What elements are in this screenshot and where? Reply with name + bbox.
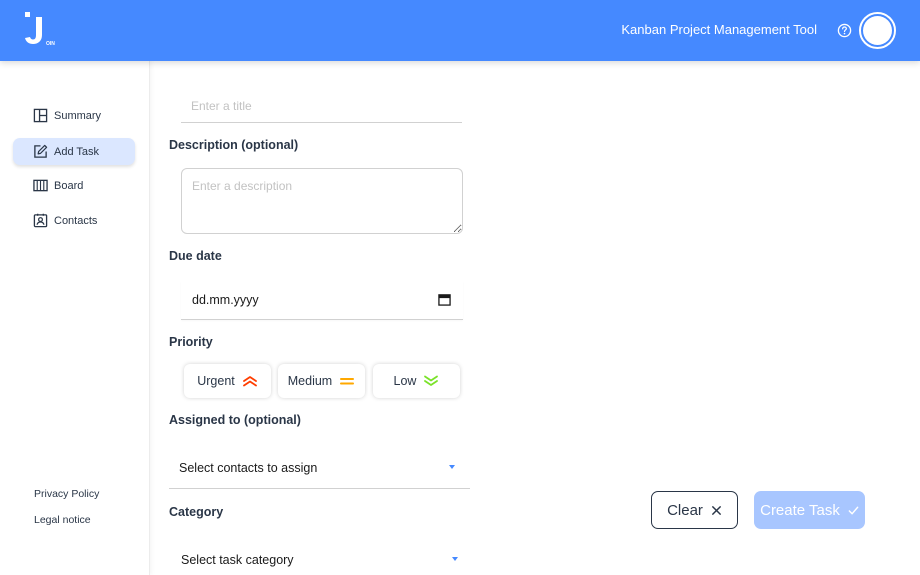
due-date-label: Due date xyxy=(169,249,222,263)
privacy-policy-link[interactable]: Privacy Policy xyxy=(34,488,99,500)
sidebar-item-add-task[interactable]: Add Task xyxy=(13,138,135,165)
title-input[interactable] xyxy=(181,89,462,123)
priority-medium-label: Medium xyxy=(287,374,333,388)
sidebar-item-board[interactable]: Board xyxy=(13,172,135,199)
priority-medium-button[interactable]: Medium xyxy=(278,364,365,398)
double-chevron-down-icon xyxy=(424,375,439,386)
due-date-input[interactable]: dd.mm.yyyy xyxy=(181,281,463,320)
equals-icon xyxy=(340,378,355,385)
sidebar-item-label: Contacts xyxy=(54,214,98,227)
assigned-to-select[interactable]: Select contacts to assign xyxy=(169,447,470,489)
due-date-value: dd.mm.yyyy xyxy=(192,293,259,307)
create-task-button-label: Create Task xyxy=(760,501,840,519)
assigned-to-value: Select contacts to assign xyxy=(179,460,318,475)
sidebar: Summary Add Task Board Contacts Privacy … xyxy=(0,61,150,575)
priority-urgent-button[interactable]: Urgent xyxy=(184,364,271,398)
edit-icon xyxy=(34,144,48,158)
priority-low-button[interactable]: Low xyxy=(373,364,460,398)
app-header: OIN Kanban Project Management Tool xyxy=(0,0,920,61)
category-label: Category xyxy=(169,505,224,519)
app-title: Kanban Project Management Tool xyxy=(621,22,817,37)
join-logo[interactable]: OIN xyxy=(22,10,58,50)
svg-text:OIN: OIN xyxy=(46,41,55,47)
clear-button[interactable]: Clear xyxy=(651,491,738,529)
calendar-icon[interactable] xyxy=(438,293,451,306)
dropdown-caret-icon xyxy=(449,465,455,469)
contacts-icon xyxy=(33,213,48,228)
sidebar-item-label: Summary xyxy=(54,109,102,122)
help-icon[interactable] xyxy=(837,23,852,38)
board-icon xyxy=(33,179,48,192)
sidebar-item-summary[interactable]: Summary xyxy=(13,102,135,129)
priority-label: Priority xyxy=(169,335,213,349)
assigned-to-label: Assigned to (optional) xyxy=(169,413,301,427)
double-chevron-up-icon xyxy=(242,376,257,387)
legal-notice-link[interactable]: Legal notice xyxy=(34,514,91,526)
create-task-button[interactable]: Create Task xyxy=(754,491,865,529)
user-avatar[interactable] xyxy=(859,12,896,49)
sidebar-item-label: Board xyxy=(54,179,84,192)
clear-button-label: Clear xyxy=(667,501,703,519)
sidebar-item-contacts[interactable]: Contacts xyxy=(13,207,135,234)
priority-low-label: Low xyxy=(393,374,417,388)
category-select[interactable]: Select task category xyxy=(169,539,470,575)
description-input[interactable] xyxy=(181,168,463,234)
category-value: Select task category xyxy=(181,552,294,567)
check-icon xyxy=(848,506,859,514)
description-label: Description (optional) xyxy=(169,138,299,152)
summary-icon xyxy=(33,108,48,123)
priority-urgent-label: Urgent xyxy=(197,374,235,388)
close-icon xyxy=(712,505,721,515)
sidebar-item-label: Add Task xyxy=(54,145,100,158)
dropdown-caret-icon xyxy=(452,557,458,561)
